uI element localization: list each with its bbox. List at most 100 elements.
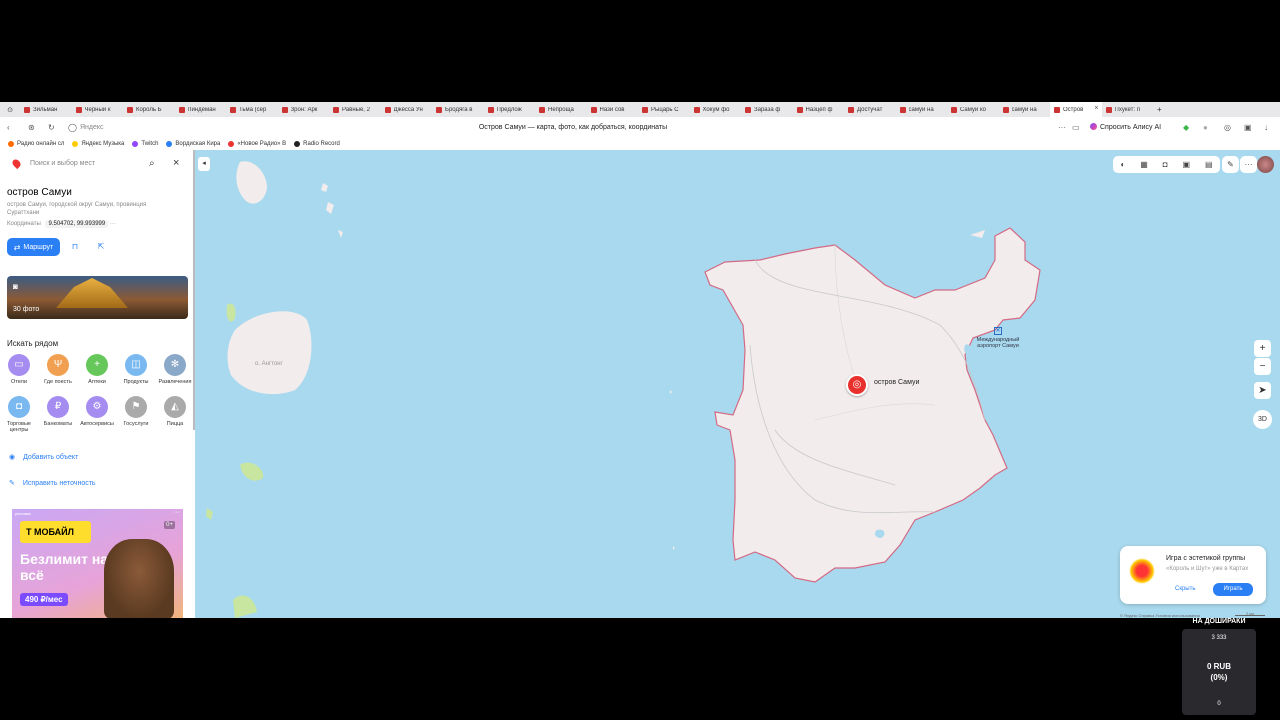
browser-tab[interactable]: Пхукет: п: [1102, 102, 1154, 117]
nearby-category-label: Госуслуги: [123, 421, 149, 427]
browser-tab[interactable]: Король Б: [123, 102, 175, 117]
bookmark-item[interactable]: Radio Record: [294, 141, 340, 147]
nearby-category[interactable]: ◭ Пицца: [155, 396, 195, 427]
browser-tab[interactable]: Назцеп ф: [793, 102, 845, 117]
bookmark-favicon-icon: [132, 141, 139, 147]
bookmark-item[interactable]: Радио онлайн сл: [8, 141, 64, 147]
route-button[interactable]: ⇄ Маршрут: [7, 238, 60, 256]
3d-button[interactable]: 3D: [1253, 410, 1272, 429]
browser-tab[interactable]: Бродяга в: [432, 102, 484, 117]
screenshot-icon[interactable]: ▣: [1244, 123, 1252, 132]
map-canvas[interactable]: о. Ангтонг ◎ остров Самуи ✕ Международны…: [195, 150, 1280, 618]
traffic-icon[interactable]: ▤: [1205, 160, 1213, 169]
place-marker-icon[interactable]: ◎: [846, 374, 868, 396]
nearby-category[interactable]: ◫ Продукты: [116, 354, 156, 385]
fix-error-link[interactable]: ✎ Исправить неточность: [9, 479, 96, 487]
nearby-category[interactable]: ⚙ Автосервисы: [77, 396, 117, 427]
ask-alice-button[interactable]: Спросить Алису AI: [1090, 123, 1161, 131]
coordinates-label: Координаты: [7, 221, 41, 227]
transport-icon[interactable]: ▣: [1182, 160, 1190, 169]
browser-tab[interactable]: Остров ×: [1050, 102, 1102, 117]
koh-samui-island[interactable]: [704, 227, 1041, 583]
download-arrow-icon[interactable]: ↓: [1264, 123, 1268, 132]
browser-tab[interactable]: Предлож: [484, 102, 536, 117]
tab-label: Зильман: [33, 106, 58, 113]
shield-icon[interactable]: ◆: [1183, 123, 1189, 132]
browser-tab[interactable]: Хокум фо: [690, 102, 742, 117]
tab-list-icon[interactable]: ⊙: [0, 106, 20, 114]
nearby-category[interactable]: ▭ Отели: [0, 354, 39, 385]
popup-play-button[interactable]: Играть: [1213, 583, 1253, 596]
nearby-category[interactable]: ⚑ Госуслуги: [116, 396, 156, 427]
nearby-title: Искать рядом: [7, 339, 59, 348]
page-title[interactable]: Остров Самуи — карта, фото, как добратьс…: [0, 124, 1146, 131]
nearby-category[interactable]: ₽ Банкоматы: [38, 396, 78, 427]
browser-tab[interactable]: Достучат: [844, 102, 896, 117]
bookmark-favicon-icon: [228, 141, 235, 147]
browser-tab[interactable]: самуи на: [999, 102, 1051, 117]
browser-tab[interactable]: Зараза ф: [741, 102, 793, 117]
more-icon[interactable]: ···: [1058, 123, 1066, 132]
browser-tab[interactable]: Рыцарь С: [638, 102, 690, 117]
camera-icon[interactable]: ◘: [1163, 160, 1168, 169]
nearby-category-label: Пицца: [166, 421, 184, 427]
browser-tab[interactable]: Зрон: Арк: [278, 102, 330, 117]
popup-hide-button[interactable]: Скрыть: [1175, 586, 1195, 592]
nearby-category-label: Торговые центры: [7, 421, 31, 433]
close-icon[interactable]: ×: [173, 157, 179, 169]
bookmark-item[interactable]: Яндекс Музыка: [72, 141, 124, 147]
menu-more-icon[interactable]: ···: [1240, 156, 1257, 173]
browser-tab[interactable]: Линдеман: [175, 102, 227, 117]
geolocation-icon[interactable]: ➤: [1254, 382, 1271, 399]
bookmark-place-icon[interactable]: ⊓: [69, 241, 81, 253]
screen: ⊙ Зильман Черный к Король Б Линдеман Тьма (с…: [0, 0, 1280, 720]
nearby-category-label: Отели: [11, 379, 27, 385]
bookmark-item[interactable]: Twitch: [132, 141, 158, 147]
nearby-category[interactable]: + Аптеки: [77, 354, 117, 385]
tab-label: Король Б: [136, 106, 162, 113]
place-photo[interactable]: ◙ 30 фото: [7, 276, 188, 319]
panorama-icon[interactable]: ▦: [1140, 160, 1148, 169]
coordinates-value[interactable]: 9.504702, 99.993999: [45, 220, 109, 228]
ad-menu-icon[interactable]: ···: [173, 509, 180, 516]
advertisement-banner[interactable]: реклама ··· Т МОБАЙЛ 0+ Безлимит на всё …: [12, 509, 183, 618]
browser-tab[interactable]: Тьма (сер: [226, 102, 278, 117]
browser-tab[interactable]: самуи на: [896, 102, 948, 117]
browser-tab[interactable]: Непроща: [535, 102, 587, 117]
browser-tab[interactable]: Равные, 2: [329, 102, 381, 117]
add-object-link[interactable]: ◉ Добавить объект: [9, 453, 78, 461]
ruler-icon[interactable]: ✎: [1222, 156, 1239, 173]
pharmacy-cross-icon: +: [86, 354, 108, 376]
tab-label: Черный к: [84, 106, 111, 113]
nearby-category[interactable]: ✻ Развлечения: [155, 354, 195, 385]
browser-tab[interactable]: Самуи ко: [947, 102, 999, 117]
tab-favicon-icon: [1002, 106, 1009, 113]
new-tab-button[interactable]: +: [1157, 105, 1162, 114]
coordinates-more-button[interactable]: ···: [110, 221, 116, 227]
nearby-category-label: Автосервисы: [80, 421, 114, 427]
bookmark-item[interactable]: Вордиская Кира: [166, 141, 220, 147]
zoom-in-button[interactable]: +: [1254, 340, 1271, 357]
browser-tab[interactable]: Джесса Ун: [381, 102, 433, 117]
browser-tab[interactable]: Зильман: [20, 102, 72, 117]
share-icon[interactable]: ⇱: [95, 241, 107, 253]
nearby-category[interactable]: ◘ Торговые центры: [0, 396, 39, 433]
place-marker-label[interactable]: остров Самуи: [874, 379, 919, 386]
browser-tab[interactable]: Черный к: [72, 102, 124, 117]
collapse-sidebar-button[interactable]: ◂: [198, 157, 210, 171]
downloads-icon[interactable]: ◎: [1224, 123, 1231, 132]
airport-label[interactable]: ✕ Международный аэропорт Самуи: [968, 327, 1028, 349]
layers-icon[interactable]: ◐: [1120, 160, 1125, 169]
tab-close-icon[interactable]: ×: [1094, 105, 1098, 112]
tab-label: Предлож: [496, 106, 522, 113]
zoom-out-button[interactable]: −: [1254, 358, 1271, 375]
nearby-category[interactable]: Ψ Где поесть: [38, 354, 78, 385]
browser-tab[interactable]: Нази сов: [587, 102, 639, 117]
ad-age-rating: 0+: [164, 521, 175, 529]
avatar[interactable]: [1257, 156, 1274, 173]
search-input[interactable]: Поиск и выбор мест ⌕ ×: [7, 156, 187, 172]
bookmark-item[interactable]: «Новое Радио» В: [228, 141, 286, 147]
extension-icon[interactable]: ●: [1203, 123, 1208, 132]
bookmark-icon[interactable]: ▭: [1072, 123, 1080, 132]
search-icon[interactable]: ⌕: [149, 158, 155, 169]
